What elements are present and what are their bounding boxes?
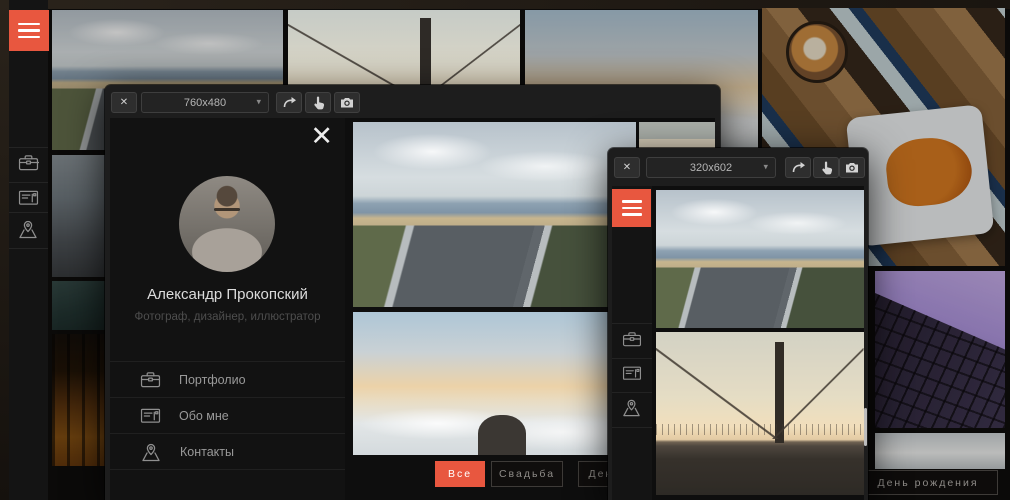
divider — [9, 212, 48, 213]
card-icon[interactable] — [622, 365, 642, 381]
menu-item-contacts[interactable]: Контакты — [110, 433, 345, 470]
site-menu: Портфолио Обо мне Контакты — [110, 361, 345, 470]
photo-gray-mountains[interactable] — [52, 155, 106, 277]
scrollbar-thumb[interactable] — [864, 408, 867, 446]
divider — [9, 182, 48, 183]
profile-subtitle: Фотограф, дизайнер, иллюстратор — [110, 311, 345, 323]
divider — [612, 323, 652, 324]
site-sidebar: ✕ Александр Прокопский Фотограф, дизайне… — [110, 118, 345, 500]
filter-button-wedding[interactable]: Свадьба — [491, 461, 563, 487]
size-dropdown[interactable]: 760x480 ▾ — [141, 92, 269, 113]
card-icon[interactable] — [18, 189, 39, 206]
divider — [612, 427, 652, 428]
menu-hamburger-button[interactable] — [612, 189, 651, 227]
divider — [9, 248, 48, 249]
bg-sidebar — [9, 0, 48, 500]
menu-item-about[interactable]: Обо мне — [110, 397, 345, 433]
close-window-button[interactable]: ✕ — [111, 92, 137, 113]
screenshot-camera-button[interactable] — [839, 157, 865, 178]
divider — [612, 358, 652, 359]
menu-item-label: Контакты — [180, 445, 234, 459]
avatar — [179, 176, 275, 272]
coffee-cup — [786, 21, 848, 83]
briefcase-icon[interactable] — [18, 154, 39, 171]
preview-window-320x602: ✕ 320x602 ▾ — [608, 148, 868, 500]
gallery-photo-fog-person[interactable] — [353, 312, 636, 455]
filter-button-all[interactable]: Все — [435, 461, 485, 487]
map-pin-icon — [140, 442, 162, 462]
gallery-photo-road[interactable] — [656, 190, 864, 328]
menu-item-label: Портфолио — [179, 373, 246, 387]
photo-purple-skyscraper[interactable] — [875, 271, 1005, 428]
touch-pointer-button[interactable] — [305, 92, 331, 113]
filter-button-birthday[interactable]: День рождения — [858, 470, 998, 495]
preview-viewport-320 — [612, 186, 864, 500]
menu-item-label: Обо мне — [179, 409, 229, 423]
gallery-photo-road[interactable] — [353, 122, 636, 307]
photo-clouds[interactable] — [875, 433, 1005, 469]
size-dropdown-value: 320x602 — [690, 162, 732, 174]
photo-temple-columns[interactable] — [52, 334, 106, 466]
map-pin-icon[interactable] — [621, 398, 642, 417]
divider — [9, 147, 48, 148]
profile-name: Александр Прокопский — [110, 286, 345, 303]
rotate-button[interactable] — [785, 157, 811, 178]
mobile-sidebar — [612, 186, 652, 500]
rotate-button[interactable] — [276, 92, 302, 113]
close-sidebar-icon[interactable]: ✕ — [310, 120, 333, 152]
briefcase-icon — [140, 371, 161, 388]
close-window-button[interactable]: ✕ — [614, 157, 640, 178]
gallery-photo-bridge[interactable] — [656, 332, 864, 495]
briefcase-icon[interactable] — [622, 331, 642, 347]
screenshot-camera-button[interactable] — [334, 92, 360, 113]
menu-hamburger-button[interactable] — [9, 10, 49, 51]
size-dropdown[interactable]: 320x602 ▾ — [646, 157, 776, 178]
size-dropdown-value: 760x480 — [184, 97, 226, 109]
touch-pointer-button[interactable] — [813, 157, 839, 178]
divider — [612, 392, 652, 393]
chevron-down-icon: ▾ — [256, 96, 261, 107]
chevron-down-icon: ▾ — [763, 161, 768, 172]
photo-teal-aerial[interactable] — [52, 281, 106, 330]
card-icon — [140, 407, 161, 424]
pastry — [884, 134, 975, 210]
map-pin-icon[interactable] — [17, 219, 39, 239]
menu-item-portfolio[interactable]: Портфолио — [110, 361, 345, 397]
page-edge-left — [0, 0, 9, 500]
